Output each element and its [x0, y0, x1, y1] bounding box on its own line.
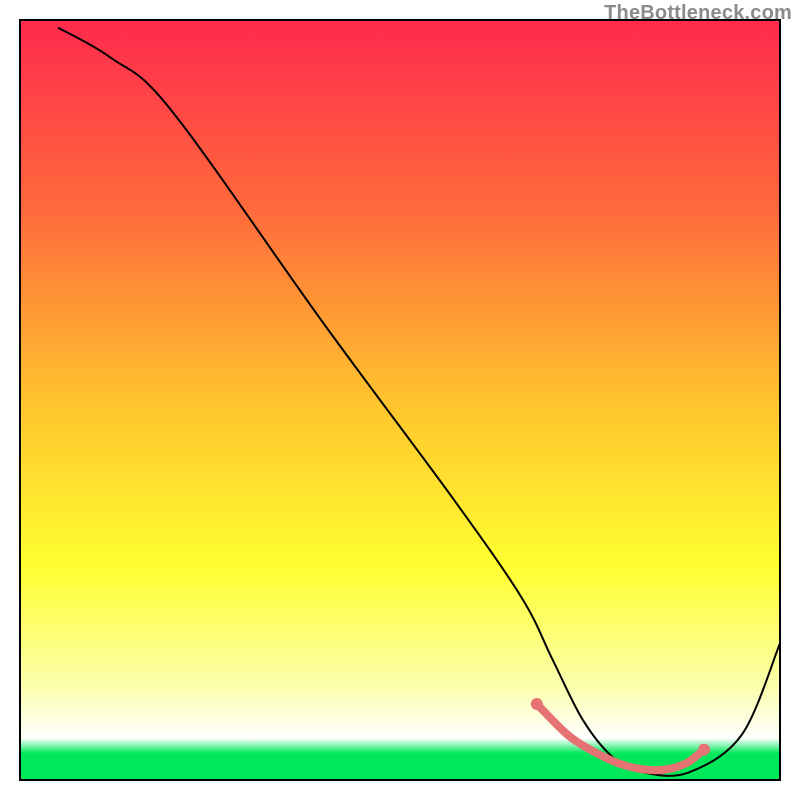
- plot-area: [20, 20, 780, 780]
- gradient-background: [20, 20, 780, 780]
- optimal-zone-start-dot: [531, 698, 543, 710]
- bottleneck-chart: [0, 0, 800, 800]
- optimal-zone-end-dot: [698, 744, 710, 756]
